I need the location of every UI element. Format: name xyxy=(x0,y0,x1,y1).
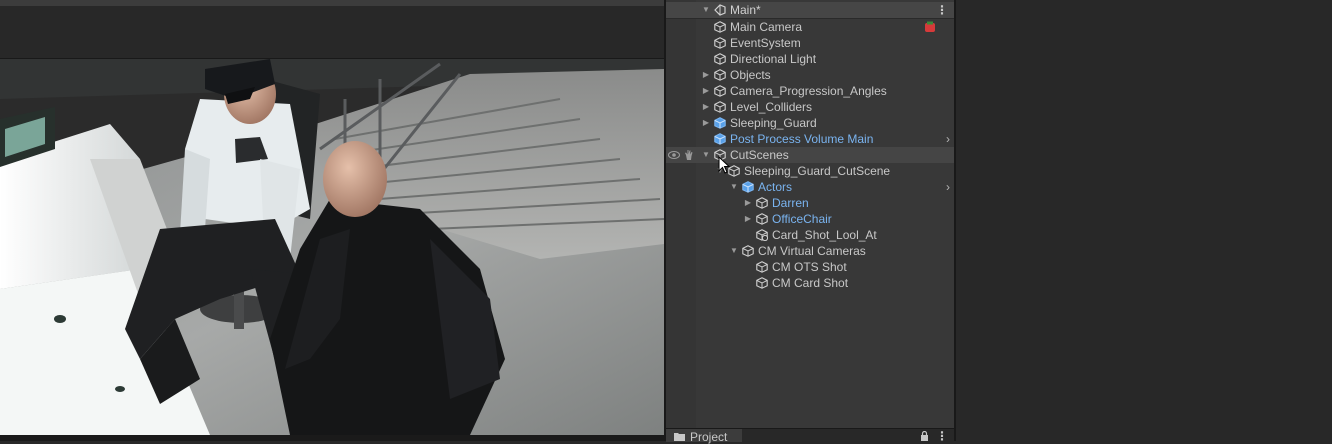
hierarchy-item-label: Darren xyxy=(772,196,809,210)
hierarchy-item-label: Objects xyxy=(730,68,771,82)
prefab-cube-icon xyxy=(714,133,726,145)
hierarchy-item-darren[interactable]: ▶ Darren xyxy=(666,195,954,211)
expand-arrow-icon[interactable]: ▶ xyxy=(742,195,754,211)
cube-icon xyxy=(714,85,726,97)
eye-icon[interactable] xyxy=(668,150,680,160)
hierarchy-item-label: Actors xyxy=(758,180,793,194)
scene-expand-arrow[interactable]: ▼ xyxy=(700,2,712,18)
collapse-arrow-icon[interactable]: ▼ xyxy=(700,147,712,163)
prefab-cube-icon xyxy=(714,117,726,129)
hierarchy-item-office-chair[interactable]: ▶ OfficeChair xyxy=(666,211,954,227)
game-view-header xyxy=(0,6,664,59)
prefab-cube-icon xyxy=(756,213,768,225)
game-view-footer xyxy=(0,435,664,441)
hierarchy-item-cm-card-shot[interactable]: CM Card Shot xyxy=(666,275,954,291)
hierarchy-item-post-process-volume-main[interactable]: Post Process Volume Main › xyxy=(666,131,954,147)
hierarchy-item-cm-virtual-cameras[interactable]: ▼ CM Virtual Cameras xyxy=(666,243,954,259)
cube-icon xyxy=(714,37,726,49)
cube-icon xyxy=(714,69,726,81)
cube-icon xyxy=(756,261,768,273)
hierarchy-item-card-shot-lool-at[interactable]: Card_Shot_Lool_At xyxy=(666,227,954,243)
expand-arrow-icon[interactable]: ▶ xyxy=(700,115,712,131)
hierarchy-item-label: Post Process Volume Main xyxy=(730,132,874,146)
hierarchy-item-label: Sleeping_Guard xyxy=(730,116,817,130)
scene-name: Main* xyxy=(730,3,761,17)
cutscene-render-image xyxy=(0,59,664,435)
expand-arrow-icon[interactable]: ▶ xyxy=(700,99,712,115)
unity-scene-icon xyxy=(714,4,726,16)
tab-project-label: Project xyxy=(690,430,728,444)
gameobject-target-icon xyxy=(756,229,768,241)
hierarchy-item-sleeping-guard[interactable]: ▶ Sleeping_Guard xyxy=(666,115,954,131)
expand-arrow-icon[interactable]: ▶ xyxy=(700,67,712,83)
tab-project[interactable]: Project xyxy=(666,429,742,444)
lock-icon[interactable] xyxy=(920,431,929,441)
game-view[interactable] xyxy=(0,0,664,441)
hierarchy-item-label: Directional Light xyxy=(730,52,817,66)
hierarchy-item-actors[interactable]: ▼ Actors › xyxy=(666,179,954,195)
hierarchy-item-directional-light[interactable]: Directional Light xyxy=(666,51,954,67)
prefab-cube-icon xyxy=(742,181,754,193)
mouse-cursor-icon xyxy=(718,156,730,174)
hierarchy-panel[interactable]: ▼ Main* ⋮ Main Camera EventSystem Directio… xyxy=(666,0,954,428)
hierarchy-item-cutscenes[interactable]: ▼ CutScenes xyxy=(666,147,954,163)
hierarchy-item-label: Main Camera xyxy=(730,20,803,34)
prefab-cube-icon xyxy=(756,197,768,209)
hierarchy-item-objects[interactable]: ▶ Objects xyxy=(666,67,954,83)
scene-menu-kebab-icon[interactable]: ⋮ xyxy=(936,2,948,18)
hierarchy-item-label: CM Virtual Cameras xyxy=(758,244,866,258)
hierarchy-item-label: CM OTS Shot xyxy=(772,260,847,274)
hierarchy-item-label: Level_Colliders xyxy=(730,100,813,114)
collapse-arrow-icon[interactable]: ▼ xyxy=(728,179,740,195)
error-icon xyxy=(925,21,935,32)
cube-icon xyxy=(742,245,754,257)
hierarchy-item-label: OfficeChair xyxy=(772,212,832,226)
hand-icon[interactable] xyxy=(684,149,694,161)
hierarchy-item-event-system[interactable]: EventSystem xyxy=(666,35,954,51)
project-panel-tabbar: Project ⋮ xyxy=(666,428,954,444)
open-prefab-chevron-icon[interactable]: › xyxy=(946,179,950,195)
folder-icon xyxy=(674,433,685,441)
hierarchy-item-label: Sleeping_Guard_CutScene xyxy=(744,164,891,178)
hierarchy-item-label: Camera_Progression_Angles xyxy=(730,84,887,98)
hierarchy-item-label: CM Card Shot xyxy=(772,276,849,290)
cube-icon xyxy=(714,53,726,65)
hierarchy-item-cm-ots-shot[interactable]: CM OTS Shot xyxy=(666,259,954,275)
cube-icon xyxy=(714,21,726,33)
hierarchy-item-level-colliders[interactable]: ▶ Level_Colliders xyxy=(666,99,954,115)
hierarchy-item-main-camera[interactable]: Main Camera xyxy=(666,19,954,35)
game-view-render[interactable] xyxy=(0,59,664,435)
cube-icon xyxy=(714,101,726,113)
hierarchy-item-label: Card_Shot_Lool_At xyxy=(772,228,877,242)
cube-icon xyxy=(756,277,768,289)
hierarchy-item-sleeping-guard-cutscene[interactable]: ▼Sleeping_Guard_CutScene xyxy=(666,163,954,179)
expand-arrow-icon[interactable]: ▶ xyxy=(742,211,754,227)
hierarchy-item-label: CutScenes xyxy=(730,148,789,162)
expand-arrow-icon[interactable]: ▶ xyxy=(700,83,712,99)
hierarchy-item-camera-progression-angles[interactable]: ▶ Camera_Progression_Angles xyxy=(666,83,954,99)
collapse-arrow-icon[interactable]: ▼ xyxy=(728,243,740,259)
scene-header-row[interactable]: ▼ Main* ⋮ xyxy=(666,2,954,19)
inspector-panel-empty xyxy=(954,0,1332,441)
hierarchy-item-label: EventSystem xyxy=(730,36,801,50)
open-prefab-chevron-icon[interactable]: › xyxy=(946,131,950,147)
